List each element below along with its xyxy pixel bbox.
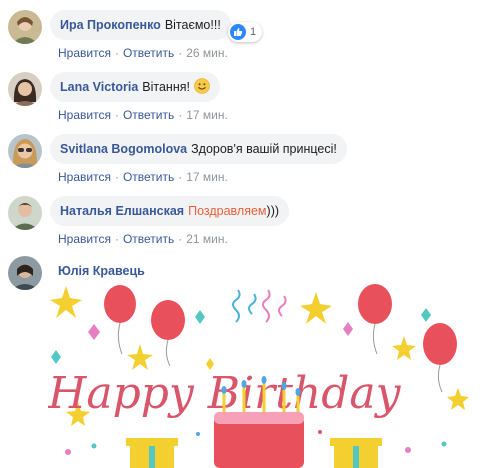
comment-bubble: Lana Victoria Вітання! [50, 72, 220, 102]
like-link[interactable]: Нравится [58, 108, 111, 122]
separator: · [114, 108, 119, 122]
comment-actions: Нравится · Ответить · 21 мин. [58, 232, 228, 246]
birthday-gif-illustration: Happy Birthday [48, 284, 478, 468]
comment-author[interactable]: Svitlana Bogomolova [60, 142, 187, 156]
like-link[interactable]: Нравится [58, 170, 111, 184]
smile-emoji-icon [194, 77, 210, 97]
like-icon [230, 24, 246, 40]
avatar-svitlana[interactable] [8, 134, 42, 168]
comment-author[interactable]: Юлія Кравець [58, 264, 145, 278]
like-link[interactable]: Нравится [58, 46, 111, 60]
comment-text: Здоров'я вашій принцесі! [191, 142, 337, 156]
comment-text: Вітаємо!!! [164, 18, 221, 32]
avatar-lana[interactable] [8, 72, 42, 106]
comment-actions: Нравится · Ответить · 17 мин. [58, 108, 228, 122]
timestamp[interactable]: 17 мин. [186, 108, 228, 122]
comment-actions: Нравится · Ответить · 26 мин. [58, 46, 228, 60]
comment-text: Поздравляем))) [188, 204, 279, 218]
highlighted-text[interactable]: Поздравляем [188, 204, 266, 218]
timestamp[interactable]: 17 мин. [186, 170, 228, 184]
separator: · [114, 46, 119, 60]
reaction-number: 1 [250, 26, 257, 38]
like-link[interactable]: Нравится [58, 232, 111, 246]
separator: · [114, 170, 119, 184]
reply-link[interactable]: Ответить [123, 108, 174, 122]
separator: · [178, 46, 183, 60]
comment-author[interactable]: Ира Прокопенко [60, 18, 161, 32]
reply-link[interactable]: Ответить [123, 46, 174, 60]
comment-author[interactable]: Lana Victoria [60, 80, 138, 94]
comment-text: Вітання! [142, 80, 190, 94]
text-rest: ))) [266, 204, 280, 218]
avatar-yulia[interactable] [8, 256, 42, 290]
separator: · [178, 232, 183, 246]
birthday-gif-image[interactable]: Happy Birthday [48, 284, 478, 468]
reply-link[interactable]: Ответить [123, 232, 174, 246]
timestamp[interactable]: 21 мин. [186, 232, 228, 246]
separator: · [114, 232, 119, 246]
timestamp[interactable]: 26 мин. [186, 46, 228, 60]
avatar-natalya[interactable] [8, 196, 42, 230]
reply-link[interactable]: Ответить [123, 170, 174, 184]
comment-bubble: Наталья Елшанская Поздравляем))) [50, 196, 290, 226]
separator: · [178, 108, 183, 122]
comment-bubble: Svitlana Bogomolova Здоров'я вашій принц… [50, 134, 347, 164]
reaction-count[interactable]: 1 [228, 22, 263, 42]
separator: · [178, 170, 183, 184]
comment-actions: Нравится · Ответить · 17 мин. [58, 170, 228, 184]
comment-bubble: Ира Прокопенко Вітаємо!!! [50, 10, 231, 40]
avatar-ira[interactable] [8, 10, 42, 44]
comment-author[interactable]: Наталья Елшанская [60, 204, 184, 218]
